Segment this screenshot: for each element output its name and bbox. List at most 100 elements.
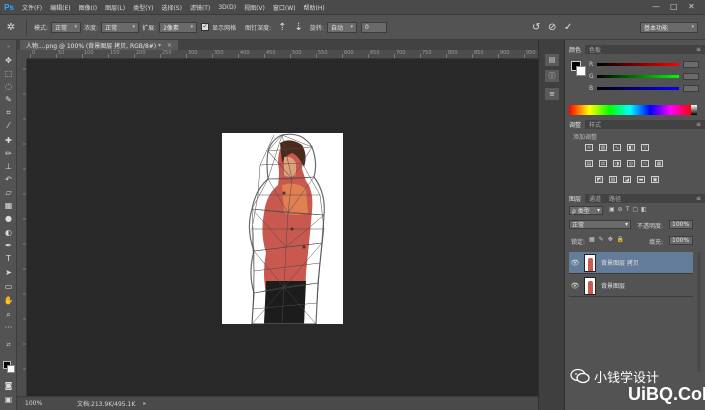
brush-tool-icon[interactable]: ✏ [3, 149, 14, 159]
path-selection-tool-icon[interactable]: ➤ [3, 268, 14, 278]
photo-filter-icon[interactable]: ◎ [627, 160, 635, 167]
exposure-icon[interactable]: ◧ [627, 144, 635, 151]
canvas-area[interactable] [27, 59, 538, 396]
layer-filter-icons[interactable]: ▣⊘T▢◧ [609, 206, 650, 213]
red-track[interactable] [597, 62, 679, 66]
menu-file[interactable]: 文件(F) [18, 3, 46, 12]
layers-scrollbar[interactable] [697, 252, 701, 372]
vibrance-icon[interactable]: ▽ [641, 144, 649, 151]
red-value[interactable] [683, 60, 699, 68]
layer-row[interactable]: 👁 背景图层 [569, 275, 693, 297]
menu-3d[interactable]: 3D(D) [214, 4, 240, 11]
move-tool-icon[interactable]: ✥ [3, 56, 14, 66]
hue-saturation-icon[interactable]: ▤ [585, 160, 593, 167]
tab-color[interactable]: 颜色 [565, 45, 586, 54]
layer-name[interactable]: 背景图层 [601, 281, 625, 290]
black-white-icon[interactable]: ◑ [613, 160, 621, 167]
crop-tool-icon[interactable]: ⌗ [3, 108, 14, 118]
color-spectrum[interactable] [569, 105, 691, 115]
green-value[interactable] [683, 72, 699, 80]
blend-mode-select[interactable]: 正常 ▾ [569, 220, 631, 229]
expansion-input[interactable]: 2像素 ▾ [159, 21, 198, 33]
menu-view[interactable]: 视图(V) [240, 3, 269, 12]
layer-row[interactable]: 👁 背景图层 拷贝 [569, 252, 693, 274]
blue-track[interactable] [597, 86, 679, 90]
zoom-tool-icon[interactable]: ⌕ [3, 310, 14, 320]
swap-colors-icon[interactable]: ⇄ [3, 340, 14, 350]
eye-icon[interactable]: 👁 [569, 259, 581, 267]
opacity-input[interactable]: 100% [669, 220, 693, 229]
horizontal-ruler[interactable]: 0 50 100 150 200 250 300 350 400 450 500 550 600 650 7… [27, 50, 538, 59]
eraser-tool-icon[interactable]: ▱ [3, 188, 14, 198]
tab-swatches[interactable]: 色板 [585, 45, 605, 54]
blur-tool-icon[interactable]: ● [3, 214, 14, 224]
menu-edit[interactable]: 编辑(E) [46, 3, 74, 12]
menu-window[interactable]: 窗口(W) [269, 3, 300, 12]
cancel-icon[interactable]: ⊘ [548, 22, 556, 33]
maximize-button[interactable]: □ [670, 2, 678, 11]
shape-tool-icon[interactable]: ▭ [3, 282, 14, 292]
clone-stamp-tool-icon[interactable]: ⊥ [3, 162, 14, 172]
density-select[interactable]: 正常 ▾ [101, 21, 140, 33]
marquee-tool-icon[interactable]: ⬚ [3, 69, 14, 79]
selective-color-icon[interactable]: ▣ [651, 176, 659, 183]
pin-forward-icon[interactable]: ⇡ [278, 22, 286, 33]
layer-name[interactable]: 背景图层 拷贝 [601, 258, 639, 267]
menu-layer[interactable]: 图层(L) [101, 3, 129, 12]
curves-icon[interactable]: ∿ [613, 144, 621, 151]
threshold-icon[interactable]: ◪ [623, 176, 631, 183]
tab-styles[interactable]: 样式 [585, 120, 605, 129]
quick-select-tool-icon[interactable]: ✎ [3, 95, 14, 105]
blue-slider[interactable]: B [589, 84, 701, 92]
blue-value[interactable] [683, 84, 699, 92]
background-swatch[interactable] [576, 66, 586, 76]
gradient-tool-icon[interactable]: ▦ [3, 201, 14, 211]
type-tool-icon[interactable]: T [3, 254, 14, 264]
close-tab-icon[interactable]: × [167, 42, 172, 49]
zoom-level[interactable]: 100% [25, 400, 65, 407]
gradient-map-icon[interactable]: ▬ [637, 176, 645, 183]
workspace-select[interactable]: 基本功能 ▾ [640, 21, 698, 33]
close-window-button[interactable]: ✕ [688, 2, 695, 11]
menu-image[interactable]: 图像(I) [75, 3, 101, 12]
panel-menu-icon[interactable]: ≡ [696, 46, 701, 53]
brightness-icon[interactable]: ☼ [585, 144, 593, 151]
screen-mode-icon[interactable]: ▣ [3, 395, 14, 405]
document-tab[interactable]: 人物....png @ 100% (背景图层 拷贝, RGB/8#) * × [20, 40, 179, 50]
remove-all-pins-icon[interactable]: ↺ [532, 22, 540, 33]
more-tools-icon[interactable]: ··· [3, 323, 14, 333]
tab-paths[interactable]: 路径 [605, 194, 625, 203]
layer-filter-select[interactable]: ρ 类型 ▾ [569, 206, 603, 215]
dodge-tool-icon[interactable]: ◐ [3, 228, 14, 238]
pin-backward-icon[interactable]: ⇣ [295, 22, 303, 33]
quick-mask-icon[interactable]: ◙ [3, 381, 14, 391]
history-panel-icon[interactable]: ▤ [545, 54, 559, 66]
fill-input[interactable]: 100% [669, 236, 693, 245]
eyedropper-tool-icon[interactable]: ⁄ [3, 121, 14, 131]
document-canvas[interactable] [222, 133, 343, 325]
hand-tool-icon[interactable]: ✋ [3, 296, 14, 306]
history-brush-tool-icon[interactable]: ↶ [3, 175, 14, 185]
commit-check-icon[interactable]: ✓ [564, 22, 572, 33]
color-lookup-icon[interactable]: ▦ [655, 160, 663, 167]
channel-mixer-icon[interactable]: ♲ [641, 160, 649, 167]
rotate-select[interactable]: 自动 ▾ [326, 21, 357, 33]
menu-filter[interactable]: 滤镜(T) [186, 3, 214, 12]
posterize-icon[interactable]: ▧ [609, 176, 617, 183]
invert-icon[interactable]: ◩ [595, 176, 603, 183]
grayscale-ramp[interactable] [691, 105, 697, 115]
panel-menu-icon[interactable]: ≡ [696, 121, 701, 128]
tab-adjustments[interactable]: 调整 [565, 120, 586, 129]
properties-panel-icon[interactable]: ≡ [545, 88, 559, 100]
levels-icon[interactable]: ▥ [599, 144, 607, 151]
info-panel-icon[interactable]: ⓘ [545, 70, 559, 82]
healing-brush-tool-icon[interactable]: ✚ [3, 136, 14, 146]
panel-menu-icon[interactable]: ≡ [696, 195, 701, 202]
puppet-warp-mesh-image[interactable] [222, 133, 343, 325]
status-menu-arrow-icon[interactable]: ▸ [143, 400, 146, 407]
lock-icons[interactable]: ▦✎✥🔒 [589, 236, 628, 243]
tab-channels[interactable]: 通道 [585, 194, 605, 203]
color-balance-icon[interactable]: ⚖ [599, 160, 607, 167]
puppet-warp-tool-icon[interactable]: ✲ [0, 17, 22, 37]
tab-layers[interactable]: 图层 [565, 194, 586, 203]
